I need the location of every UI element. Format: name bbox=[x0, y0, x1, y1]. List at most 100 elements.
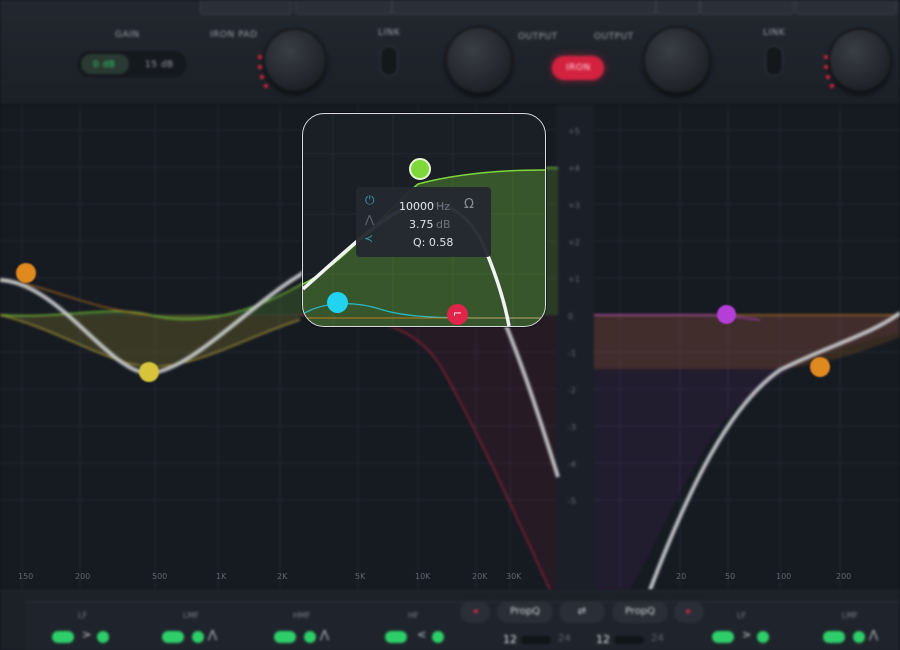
frequency-value[interactable]: 10000 bbox=[399, 200, 434, 213]
tab-strip-2[interactable] bbox=[295, 0, 392, 15]
band-node-green-selected[interactable] bbox=[409, 158, 431, 180]
tab-strip-1[interactable] bbox=[200, 0, 292, 15]
output-knob-1[interactable] bbox=[447, 28, 511, 92]
iron-pad-label: IRON PAD bbox=[210, 30, 258, 40]
slope-right-switch[interactable] bbox=[614, 636, 644, 644]
db-scale-label: -1 bbox=[568, 349, 576, 358]
power-icon[interactable]: ⏻ bbox=[365, 193, 375, 208]
solo-right-button[interactable]: ▸ bbox=[674, 601, 704, 623]
link-label-left: LINK bbox=[378, 28, 401, 38]
propq-right-label: PropQ bbox=[624, 606, 656, 617]
hmf-bell-icon[interactable]: ⋀ bbox=[320, 628, 329, 641]
lf-right-enable-toggle[interactable] bbox=[712, 631, 734, 643]
link-switch-left[interactable] bbox=[380, 46, 398, 76]
output-knob-2[interactable] bbox=[645, 28, 709, 92]
lmf-enable-toggle[interactable] bbox=[162, 631, 184, 643]
band-node-red[interactable]: ⌐ bbox=[447, 304, 468, 325]
channel-separator bbox=[556, 105, 594, 590]
band-label-lmf: LMF bbox=[183, 611, 199, 620]
freq-label: 2K bbox=[277, 572, 288, 581]
freq-label: 50 bbox=[725, 572, 736, 581]
band-orange-right-fill bbox=[594, 315, 900, 369]
lf-right-solo-led[interactable] bbox=[757, 631, 769, 643]
hf-shape-icon[interactable]: < bbox=[417, 628, 426, 641]
lmf-right-enable-toggle[interactable] bbox=[823, 631, 845, 643]
gain-value[interactable]: 3.75 bbox=[409, 218, 434, 231]
band-yellow-fill bbox=[0, 315, 300, 367]
solo-left-button[interactable]: ◂ bbox=[460, 601, 490, 623]
swap-channels-button[interactable]: ⇄ bbox=[559, 601, 605, 623]
freq-label: 100 bbox=[776, 572, 792, 581]
iron-button-label: IRON bbox=[566, 63, 591, 73]
slope-left-value-a[interactable]: 12 bbox=[503, 633, 517, 646]
band-label-hmf: HMF bbox=[293, 611, 311, 620]
freq-label: 500 bbox=[152, 572, 168, 581]
slope-right-value-b[interactable]: 24 bbox=[651, 633, 664, 644]
db-scale-label: -2 bbox=[568, 386, 576, 395]
freq-label: 20K bbox=[472, 572, 488, 581]
db-scale-label: +5 bbox=[568, 127, 580, 136]
lf-shape-icon[interactable]: > bbox=[82, 628, 91, 641]
band-controls-bar: LF LMF HMF HF LF LMF > ⋀ ⋀ < ◂ PropQ ⇄ P… bbox=[0, 590, 900, 650]
filter-shape-icon[interactable]: ⋀ bbox=[365, 213, 374, 226]
hmf-enable-toggle[interactable] bbox=[274, 631, 296, 643]
freq-label: 200 bbox=[75, 572, 91, 581]
band-label-lf-right: LF bbox=[737, 611, 747, 620]
right-knob-led-1 bbox=[824, 55, 828, 59]
tab-strip-4[interactable] bbox=[656, 0, 700, 15]
frequency-unit: Hz bbox=[436, 200, 451, 213]
tab-strip-6[interactable] bbox=[795, 0, 897, 15]
band-label-lf: LF bbox=[78, 611, 88, 620]
hf-solo-led[interactable] bbox=[432, 631, 444, 643]
top-controls-bar: GAIN 0 dB 15 dB IRON PAD LINK OUTPUT IRO… bbox=[0, 0, 900, 106]
iron-pad-knob[interactable] bbox=[265, 30, 325, 90]
gain-option-15db-label: 15 dB bbox=[145, 60, 174, 70]
iron-pad-led-3 bbox=[260, 75, 264, 79]
hf-enable-toggle[interactable] bbox=[385, 631, 407, 643]
stereo-split-icon[interactable]: ≺ bbox=[364, 232, 373, 245]
lmf-bell-icon[interactable]: ⋀ bbox=[208, 628, 217, 641]
band-node-yellow[interactable] bbox=[139, 362, 159, 382]
right-channel-knob[interactable] bbox=[830, 30, 890, 90]
propq-right-button[interactable]: PropQ bbox=[612, 601, 668, 623]
gain-option-0db-label: 0 dB bbox=[93, 60, 116, 70]
lmf-right-bell-icon[interactable]: ⋀ bbox=[869, 628, 878, 641]
band-node-orange-right[interactable] bbox=[810, 357, 830, 377]
db-scale-label: -5 bbox=[568, 497, 576, 506]
link-switch-right[interactable] bbox=[765, 46, 783, 76]
slope-right-value-a[interactable]: 12 bbox=[596, 633, 610, 646]
iron-pad-led-4 bbox=[264, 84, 268, 88]
headphones-icon[interactable]: Ω bbox=[464, 197, 474, 212]
lf-enable-toggle[interactable] bbox=[52, 631, 74, 643]
lf-right-shape-icon[interactable]: > bbox=[742, 628, 751, 641]
tab-strip-3[interactable] bbox=[392, 0, 656, 15]
gain-unit: dB bbox=[436, 218, 451, 231]
db-scale-label: +3 bbox=[568, 201, 580, 210]
freq-label: 5K bbox=[355, 572, 366, 581]
slope-left-value-b[interactable]: 24 bbox=[558, 633, 571, 644]
lmf-solo-led[interactable] bbox=[192, 631, 204, 643]
lmf-right-solo-led[interactable] bbox=[853, 631, 865, 643]
band-label-lmf-right: LMF bbox=[842, 611, 858, 620]
freq-label: 150 bbox=[18, 572, 34, 581]
band-node-cyan[interactable] bbox=[327, 292, 348, 313]
lf-solo-led[interactable] bbox=[97, 631, 109, 643]
freq-label: 20 bbox=[676, 572, 687, 581]
output-label-1: OUTPUT bbox=[518, 32, 558, 42]
band-node-orange-left[interactable] bbox=[16, 263, 36, 283]
link-label-right: LINK bbox=[763, 28, 786, 38]
gain-label: GAIN bbox=[115, 30, 140, 40]
db-scale-label: 0 bbox=[568, 312, 574, 321]
hmf-solo-led[interactable] bbox=[304, 631, 316, 643]
propq-left-button[interactable]: PropQ bbox=[497, 601, 553, 623]
db-scale-label: +2 bbox=[568, 238, 580, 247]
db-scale-label: +4 bbox=[568, 164, 580, 173]
right-knob-led-4 bbox=[830, 84, 834, 88]
slope-left-switch[interactable] bbox=[521, 636, 551, 644]
q-value[interactable]: Q: 0.58 bbox=[413, 236, 453, 249]
iron-pad-led-1 bbox=[258, 55, 262, 59]
band-node-purple[interactable] bbox=[717, 305, 736, 324]
freq-label: 30K bbox=[506, 572, 522, 581]
propq-left-label: PropQ bbox=[509, 606, 541, 617]
tab-strip-5[interactable] bbox=[700, 0, 794, 15]
